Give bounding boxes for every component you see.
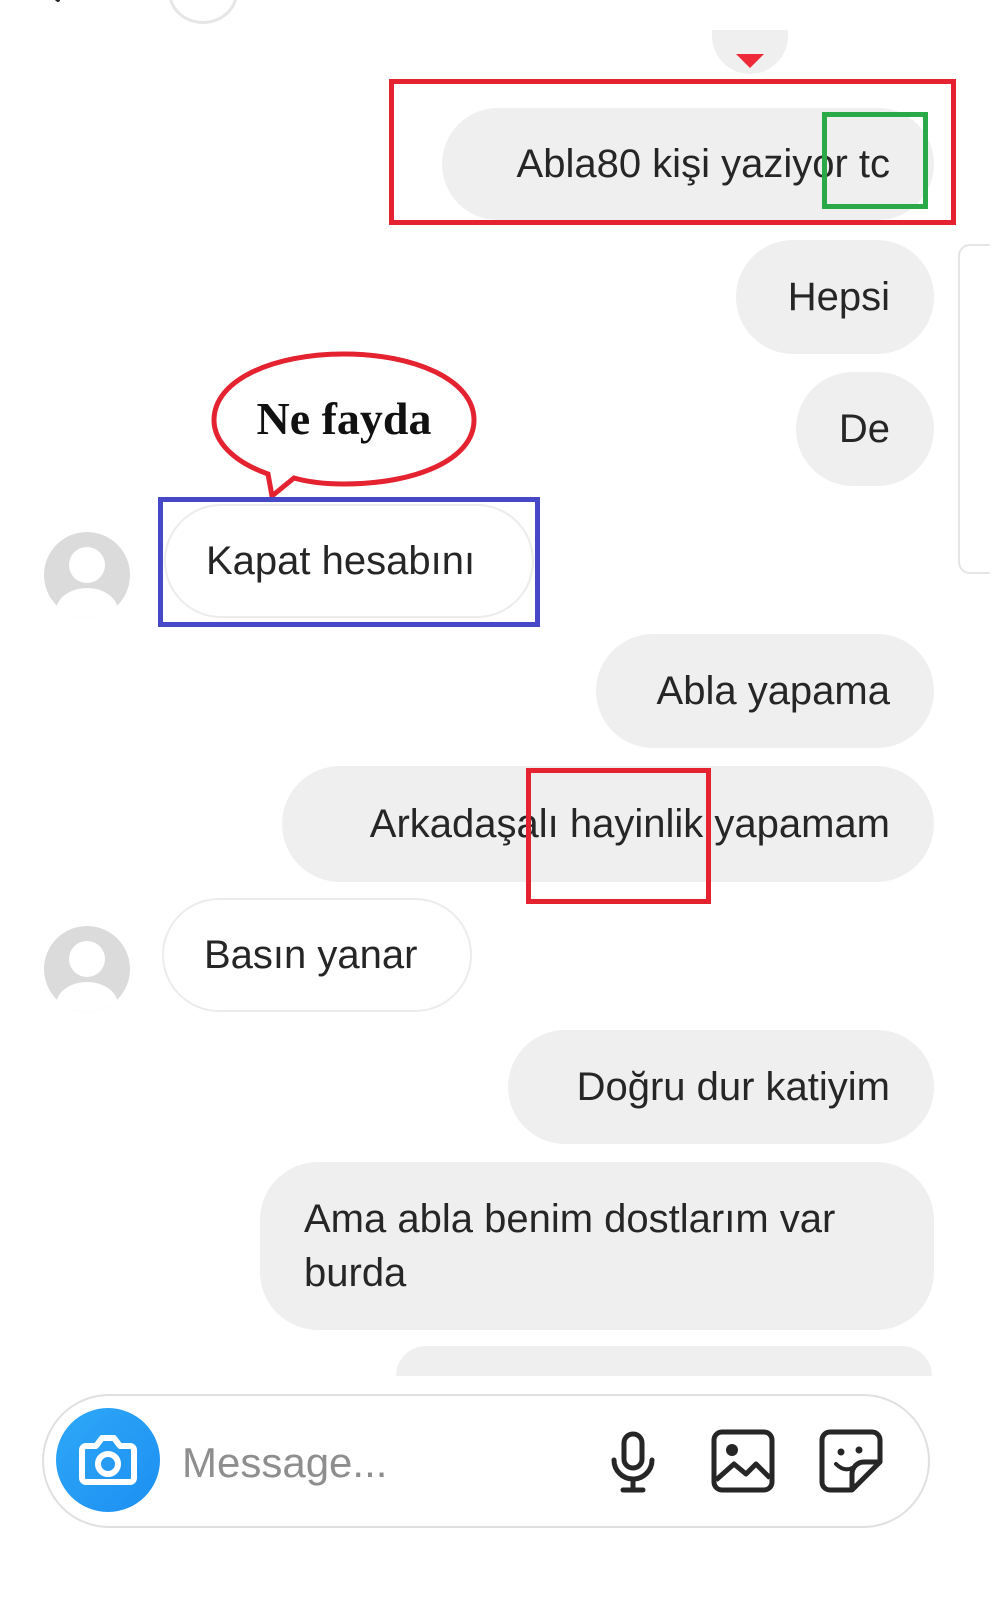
avatar-body-shape	[56, 982, 118, 1012]
sticker-icon[interactable]	[816, 1426, 886, 1496]
header-avatar[interactable]	[168, 0, 238, 24]
message-text: Ama abla benim dostlarım var burda	[304, 1197, 836, 1295]
message-text: Doğru dur katiyim	[576, 1065, 890, 1109]
message-bubble-outgoing[interactable]: Ama abla benim dostlarım var burda	[260, 1162, 934, 1330]
message-bubble-incoming[interactable]: Basın yanar	[162, 898, 472, 1012]
back-arrow-icon[interactable]	[40, 0, 76, 12]
reaction-badge[interactable]	[712, 30, 788, 74]
message-text: Hepsi	[787, 275, 890, 319]
avatar-head-shape	[69, 547, 105, 583]
sender-avatar[interactable]	[44, 532, 130, 618]
message-input[interactable]	[180, 1432, 584, 1494]
annotation-red-box	[526, 768, 711, 904]
message-bubble-outgoing[interactable]: Hepsi	[736, 240, 934, 354]
microphone-icon[interactable]	[598, 1428, 668, 1498]
sender-avatar[interactable]	[44, 926, 130, 1012]
message-bubble-outgoing[interactable]: De	[796, 372, 934, 486]
gallery-icon[interactable]	[708, 1426, 778, 1496]
camera-icon	[79, 1435, 137, 1485]
avatar-body-shape	[56, 588, 118, 618]
message-text: Abla yapama	[656, 669, 890, 713]
avatar-head-shape	[69, 941, 105, 977]
message-bubble-outgoing-partial[interactable]	[396, 1346, 932, 1376]
camera-button[interactable]	[56, 1408, 160, 1512]
annotation-speech-text: Ne fayda	[256, 393, 432, 444]
annotation-green-box	[822, 112, 928, 209]
message-text: Basın yanar	[204, 933, 418, 977]
annotation-blue-box	[158, 497, 540, 627]
message-bubble-outgoing[interactable]: Abla yapama	[596, 634, 934, 748]
message-text: De	[838, 407, 890, 451]
heart-icon	[736, 54, 764, 68]
message-bubble-outgoing[interactable]: Doğru dur katiyim	[508, 1030, 934, 1144]
scroll-indicator	[958, 244, 990, 574]
